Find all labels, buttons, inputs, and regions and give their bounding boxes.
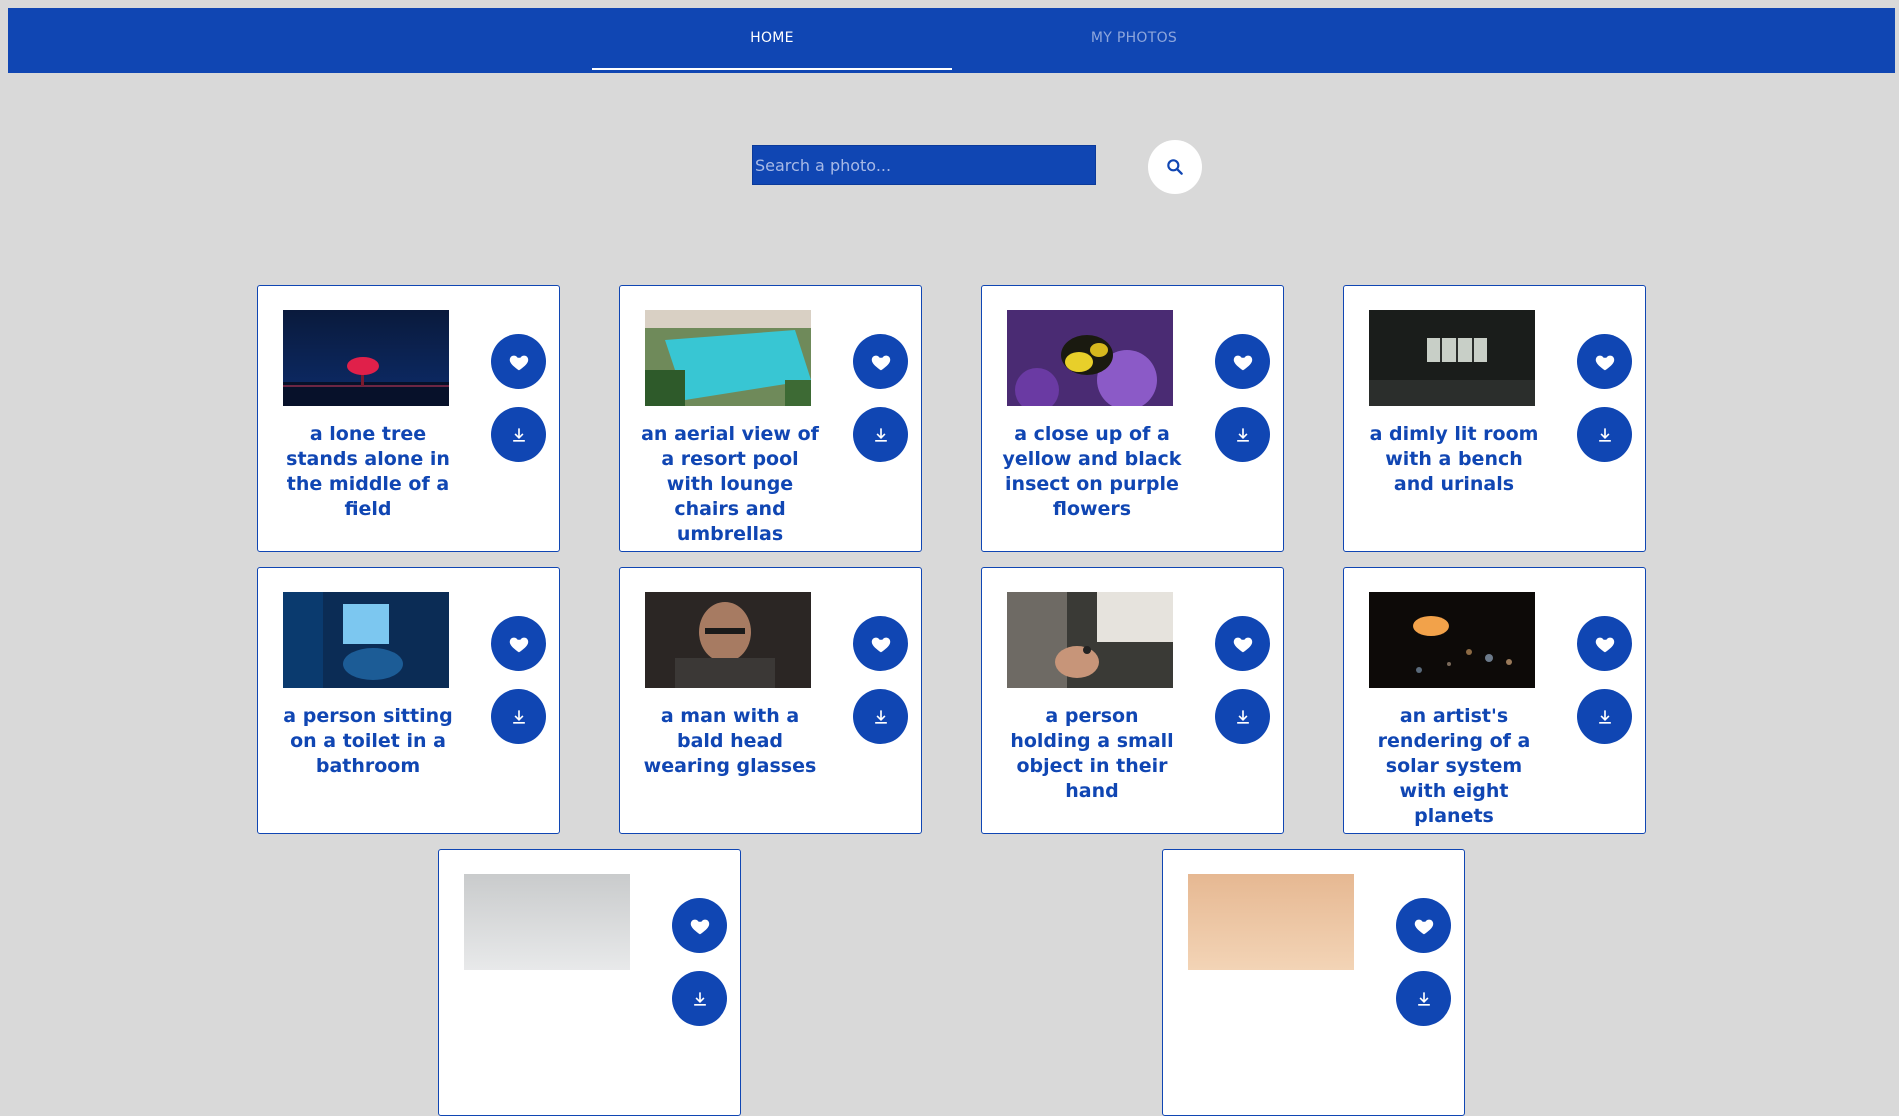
photo-caption: a person holding a small object in their… — [1010, 705, 1174, 802]
download-button[interactable] — [1396, 971, 1451, 1026]
download-icon — [693, 991, 706, 1006]
photo-thumbnail[interactable] — [645, 310, 811, 406]
favorite-button[interactable] — [1215, 616, 1270, 671]
favorite-button[interactable] — [1577, 616, 1632, 671]
heart-icon — [690, 919, 709, 934]
photo-caption: a man with a bald head wearing glasses — [643, 705, 817, 777]
photo-card: a man with a bald head wearing glasses — [619, 567, 922, 834]
photo-card: a person holding a small object in their… — [981, 567, 1284, 834]
heart-icon — [871, 637, 890, 652]
photo-thumbnail[interactable] — [1369, 592, 1535, 688]
photo-thumbnail[interactable] — [1369, 310, 1535, 406]
favorite-button[interactable] — [853, 334, 908, 389]
download-icon — [512, 709, 525, 724]
favorite-button[interactable] — [1577, 334, 1632, 389]
heart-icon — [509, 355, 528, 370]
photo-thumbnail[interactable] — [464, 874, 630, 970]
photo-card: a close up of a yellow and black insect … — [981, 285, 1284, 552]
photo-grid: a lone tree stands alone in the middle o… — [0, 0, 1899, 1116]
download-button[interactable] — [672, 971, 727, 1026]
download-button[interactable] — [1215, 689, 1270, 744]
photo-caption: a dimly lit room with a bench and urinal… — [1369, 423, 1539, 495]
heart-icon — [1595, 637, 1614, 652]
download-button[interactable] — [491, 689, 546, 744]
photo-card: an artist's rendering of a solar system … — [1343, 567, 1646, 834]
download-icon — [1417, 991, 1430, 1006]
photo-thumbnail[interactable] — [1188, 874, 1354, 970]
photo-caption: an aerial view of a resort pool with lou… — [641, 423, 819, 545]
photo-thumbnail[interactable] — [283, 310, 449, 406]
photo-thumbnail[interactable] — [283, 592, 449, 688]
photo-caption: an artist's rendering of a solar system … — [1377, 705, 1531, 827]
download-icon — [874, 709, 887, 724]
photo-thumbnail[interactable] — [1007, 310, 1173, 406]
photo-caption: a close up of a yellow and black insect … — [1002, 423, 1182, 520]
download-button[interactable] — [853, 689, 908, 744]
photo-thumbnail[interactable] — [1007, 592, 1173, 688]
photo-card — [438, 849, 741, 1116]
photo-card: a dimly lit room with a bench and urinal… — [1343, 285, 1646, 552]
favorite-button[interactable] — [491, 616, 546, 671]
photo-caption: a lone tree stands alone in the middle o… — [286, 423, 450, 520]
download-icon — [512, 427, 525, 442]
download-icon — [1598, 427, 1611, 442]
download-icon — [874, 427, 887, 442]
download-button[interactable] — [1577, 689, 1632, 744]
download-icon — [1598, 709, 1611, 724]
photo-card: a person sitting on a toilet in a bathro… — [257, 567, 560, 834]
download-button[interactable] — [1577, 407, 1632, 462]
heart-icon — [1233, 637, 1252, 652]
heart-icon — [1414, 919, 1433, 934]
photo-thumbnail[interactable] — [645, 592, 811, 688]
download-icon — [1236, 427, 1249, 442]
favorite-button[interactable] — [1396, 898, 1451, 953]
heart-icon — [871, 355, 890, 370]
photo-card — [1162, 849, 1465, 1116]
heart-icon — [1595, 355, 1614, 370]
photo-card: an aerial view of a resort pool with lou… — [619, 285, 922, 552]
heart-icon — [509, 637, 528, 652]
download-icon — [1236, 709, 1249, 724]
photo-card: a lone tree stands alone in the middle o… — [257, 285, 560, 552]
favorite-button[interactable] — [853, 616, 908, 671]
photo-caption: a person sitting on a toilet in a bathro… — [283, 705, 453, 777]
download-button[interactable] — [1215, 407, 1270, 462]
heart-icon — [1233, 355, 1252, 370]
favorite-button[interactable] — [491, 334, 546, 389]
download-button[interactable] — [491, 407, 546, 462]
favorite-button[interactable] — [1215, 334, 1270, 389]
download-button[interactable] — [853, 407, 908, 462]
favorite-button[interactable] — [672, 898, 727, 953]
